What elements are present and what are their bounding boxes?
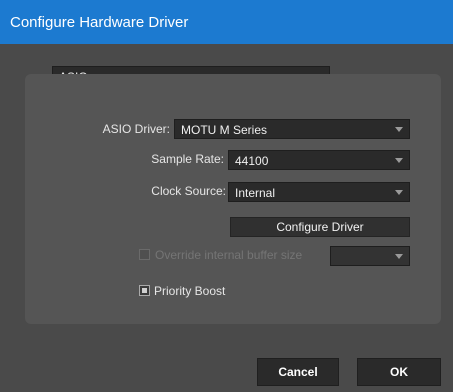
clock-source-label: Clock Source:	[151, 184, 226, 198]
override-buffer-checkbox[interactable]	[139, 249, 150, 260]
checkbox-checked-icon	[142, 288, 147, 293]
priority-boost-label: Priority Boost	[154, 284, 226, 298]
buffer-size-dropdown[interactable]	[330, 246, 410, 266]
ok-button[interactable]: OK	[357, 358, 441, 386]
title-bar: Configure Hardware Driver	[0, 0, 453, 44]
sample-rate-value: 44100	[235, 154, 269, 168]
configure-hardware-driver-dialog: Configure Hardware Driver ASIO ASIO Driv…	[0, 0, 453, 392]
cancel-button[interactable]: Cancel	[257, 358, 339, 386]
asio-driver-value: MOTU M Series	[181, 123, 268, 137]
window-title: Configure Hardware Driver	[10, 14, 189, 31]
sample-rate-dropdown[interactable]: 44100	[228, 150, 410, 170]
clock-source-dropdown[interactable]: Internal	[228, 182, 410, 202]
chevron-down-icon	[395, 158, 403, 163]
override-buffer-label: Override internal buffer size	[155, 248, 303, 262]
chevron-down-icon	[395, 190, 403, 195]
priority-boost-checkbox[interactable]	[139, 285, 150, 296]
clock-source-value: Internal	[235, 186, 276, 200]
sample-rate-label: Sample Rate:	[151, 152, 224, 166]
asio-driver-dropdown[interactable]: MOTU M Series	[174, 119, 410, 139]
asio-driver-label: ASIO Driver:	[102, 122, 170, 136]
chevron-down-icon	[395, 254, 403, 259]
configure-driver-button[interactable]: Configure Driver	[230, 217, 410, 237]
chevron-down-icon	[395, 127, 403, 132]
